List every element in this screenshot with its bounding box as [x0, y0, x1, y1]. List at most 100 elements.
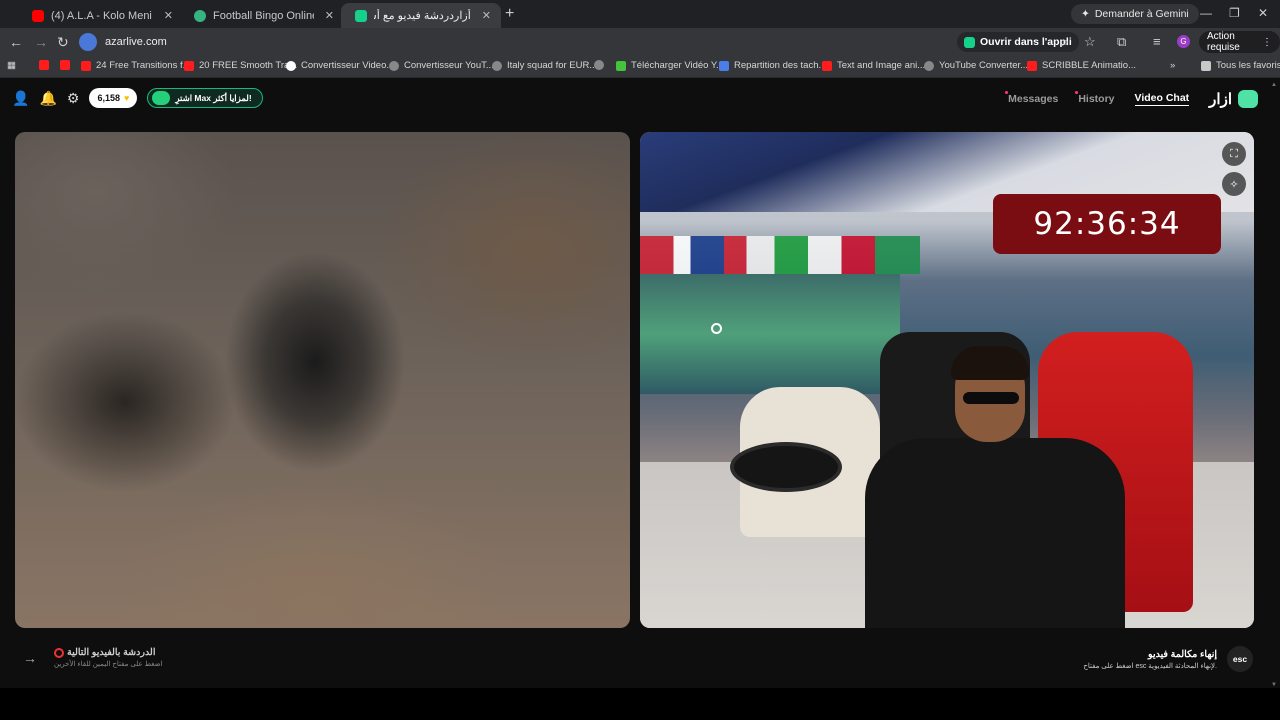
open-in-app-button[interactable]: Ouvrir dans l'appli — [957, 32, 1079, 52]
bookmark-item[interactable] — [60, 60, 75, 70]
expand-icon[interactable]: ⛶ — [1222, 142, 1246, 166]
bookmark-item[interactable]: Convertisseur YouT... — [389, 60, 494, 71]
header-left: 👤 🔔 ⚙ 6,158 ♥ اشترِ Max لمزايا أكثر! — [12, 88, 263, 108]
brand-logo[interactable]: ازار — [1209, 90, 1258, 108]
tab-title: أزاردردشة فيديو مع أشخاص — [374, 10, 471, 22]
globe-icon — [594, 60, 604, 70]
bookmark-label: Italy squad for EUR... — [507, 60, 598, 71]
back-icon[interactable]: ← — [9, 34, 23, 50]
tab-football-bingo[interactable]: Football Bingo Online - Play No ✕ — [180, 3, 344, 28]
bookmark-label: Télécharger Vidéo Y... — [631, 60, 724, 71]
nav-video-chat-label: Video Chat — [1134, 92, 1190, 104]
bookmark-label: Text and Image ani... — [837, 60, 926, 71]
close-window-icon[interactable]: ✕ — [1258, 6, 1268, 20]
hair — [951, 346, 1029, 380]
bookmark-item[interactable] — [594, 60, 609, 70]
youtube-icon — [60, 60, 70, 70]
close-icon[interactable]: ✕ — [482, 9, 491, 22]
bookmark-item[interactable]: Text and Image ani... — [822, 60, 925, 71]
bookmark-item[interactable]: Convertisseur Video... — [286, 60, 394, 71]
bookmark-label: Convertisseur Video... — [301, 60, 395, 71]
site-info-icon[interactable] — [79, 33, 97, 51]
bookmark-item[interactable]: 24 Free Transitions f... — [81, 60, 191, 71]
nav-history[interactable]: History — [1075, 91, 1115, 105]
more-vert-icon: ⋮ — [1262, 36, 1272, 48]
globe-icon — [492, 60, 502, 71]
partner-video-panel: 92:36:34 ⛶ ✧ — [640, 132, 1254, 628]
shirt — [865, 438, 1125, 628]
magic-wand-icon[interactable]: ✧ — [1222, 172, 1246, 196]
download-icon — [616, 60, 626, 71]
tab-azar[interactable]: أزاردردشة فيديو مع أشخاص ✕ — [341, 3, 501, 28]
next-chat-text: الدردشة بالفيديو التالية اضغط على مفتاح … — [54, 647, 163, 668]
stool — [730, 442, 842, 492]
bookmark-item[interactable]: Repartition des tach... — [719, 60, 826, 71]
youtube-icon — [32, 9, 44, 22]
all-favorites[interactable]: Tous les favoris — [1201, 60, 1280, 71]
docs-icon — [719, 60, 729, 71]
close-icon[interactable]: ✕ — [325, 9, 334, 22]
bookmark-star-icon[interactable]: ☆ — [1084, 34, 1096, 50]
more-bookmarks-icon[interactable]: » — [1170, 60, 1175, 71]
bookmark-item[interactable]: Italy squad for EUR... — [492, 60, 597, 71]
tab-title: (4) A.L.A - Kolo Meni (Official M — [51, 9, 153, 22]
sparkle-icon: ✦ — [1081, 8, 1090, 20]
bookmark-item[interactable]: 20 FREE Smooth Tra... — [184, 60, 297, 71]
bookmark-label: Repartition des tach... — [734, 60, 827, 71]
action-required-button[interactable]: Action requise ⋮ — [1199, 31, 1280, 53]
media-icon[interactable]: ≡ — [1153, 34, 1161, 49]
end-call-title: إنهاء مكالمة فيديو — [1148, 648, 1217, 660]
bookmark-item[interactable]: SCRIBBLE Animatio... — [1027, 60, 1136, 71]
new-tab-icon[interactable]: + — [505, 5, 514, 23]
nav-history-label: History — [1078, 93, 1115, 105]
tab-title: Football Bingo Online - Play No — [213, 9, 314, 22]
restore-icon[interactable]: ❐ — [1229, 6, 1240, 20]
circle-marker — [711, 323, 722, 334]
reload-icon[interactable]: ↻ — [57, 34, 69, 51]
add-friend-icon[interactable]: 👤 — [12, 90, 29, 107]
extensions-icon[interactable]: ⧉ — [1117, 34, 1126, 50]
arrow-right-icon[interactable]: → — [20, 648, 40, 668]
forward-icon[interactable]: → — [34, 34, 48, 50]
minimize-icon[interactable]: — — [1200, 6, 1212, 20]
bookmark-item[interactable]: Télécharger Vidéo Y... — [616, 60, 724, 71]
bookmark-item[interactable] — [39, 60, 54, 70]
open-in-app-label: Ouvrir dans l'appli — [980, 36, 1072, 48]
google-icon — [286, 60, 296, 71]
scroll-up-icon[interactable]: ▲ — [1271, 82, 1277, 88]
bookmark-item[interactable]: YouTube Converter... — [924, 60, 1028, 71]
folder-icon — [1201, 60, 1211, 71]
sunglasses — [963, 392, 1019, 404]
nav-video-chat[interactable]: Video Chat — [1134, 92, 1190, 106]
youtube-icon — [39, 60, 49, 70]
esc-button[interactable]: esc — [1227, 646, 1253, 672]
gemini-button[interactable]: ✦ Demander à Gemini — [1071, 4, 1199, 24]
bookmark-label: Convertisseur YouT... — [404, 60, 494, 71]
next-chat-title-text: الدردشة بالفيديو التالية — [67, 647, 156, 658]
tab-youtube[interactable]: (4) A.L.A - Kolo Meni (Official M ✕ — [18, 3, 183, 28]
bookmark-label: SCRIBBLE Animatio... — [1042, 60, 1136, 71]
next-chat-title: الدردشة بالفيديو التالية — [54, 647, 163, 658]
football-icon — [194, 9, 206, 22]
gemini-label: Demander à Gemini — [1094, 8, 1189, 20]
coins-badge[interactable]: 6,158 ♥ — [89, 88, 138, 108]
address-bar[interactable]: azarlive.com — [79, 31, 949, 53]
prohibited-icon — [54, 647, 64, 658]
page-scrollbar[interactable]: ▲ ▼ — [1271, 82, 1277, 688]
nav-messages[interactable]: Messages — [1005, 91, 1058, 105]
url-text: azarlive.com — [105, 36, 167, 48]
window-decor — [640, 274, 900, 394]
profile-avatar[interactable]: G — [1177, 35, 1190, 48]
next-chat-control[interactable]: → الدردشة بالفيديو التالية اضغط على مفتا… — [20, 647, 163, 668]
next-chat-hint: اضغط على مفتاح اليمين للقاء الأخرين — [54, 661, 163, 668]
settings-icon[interactable]: ⚙ — [67, 90, 80, 107]
close-icon[interactable]: ✕ — [164, 9, 173, 22]
end-call-control[interactable]: إنهاء مكالمة فيديو اضغط على مفتاح esc لإ… — [1083, 646, 1253, 672]
gem-icon: ♥ — [123, 93, 130, 103]
end-call-hint: اضغط على مفتاح esc لإنهاء المحادثة الفيد… — [1083, 662, 1217, 670]
bell-icon[interactable]: 🔔 — [39, 90, 56, 107]
apps-grid-icon[interactable]: ▦ — [7, 60, 16, 71]
zoom-icon[interactable]: ⌕ — [1062, 34, 1069, 50]
max-upgrade-button[interactable]: اشترِ Max لمزايا أكثر! — [147, 88, 263, 108]
azar-logo-icon — [1238, 90, 1258, 108]
